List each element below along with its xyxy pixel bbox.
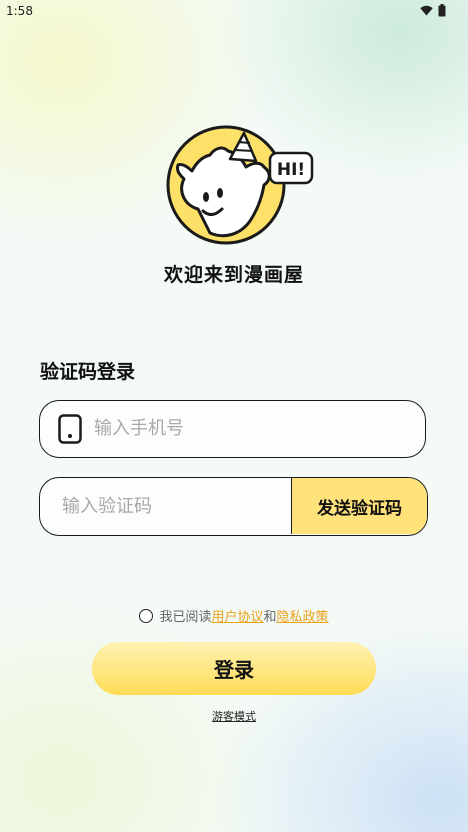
- agreement-row: 我已阅读 用户协议 和 隐私政策: [0, 606, 468, 625]
- privacy-policy-link[interactable]: 隐私政策: [277, 606, 329, 625]
- battery-icon: [438, 4, 446, 17]
- status-time: 1:58: [6, 4, 33, 18]
- phone-field[interactable]: [39, 400, 426, 458]
- login-button[interactable]: 登录: [92, 642, 376, 695]
- mascot-logo: HI!: [166, 125, 314, 245]
- verification-code-field: 发送验证码: [39, 477, 428, 536]
- agreement-conjunction: 和: [263, 610, 277, 625]
- login-section-title: 验证码登录: [40, 361, 136, 383]
- hi-badge-text: HI!: [277, 160, 305, 180]
- agree-checkbox[interactable]: [139, 608, 154, 623]
- welcome-title: 欢迎来到漫画屋: [163, 264, 304, 286]
- send-code-button[interactable]: 发送验证码: [291, 478, 427, 534]
- wifi-icon: [420, 5, 433, 16]
- status-icons: [420, 4, 446, 17]
- phone-icon: [58, 414, 82, 444]
- agreement-prefix: 我已阅读: [159, 610, 212, 625]
- status-bar: 1:58: [0, 0, 468, 24]
- guest-mode-link[interactable]: 游客模式: [0, 708, 468, 724]
- user-agreement-link[interactable]: 用户协议: [211, 606, 263, 625]
- code-input[interactable]: [62, 478, 282, 534]
- phone-input[interactable]: [94, 401, 404, 456]
